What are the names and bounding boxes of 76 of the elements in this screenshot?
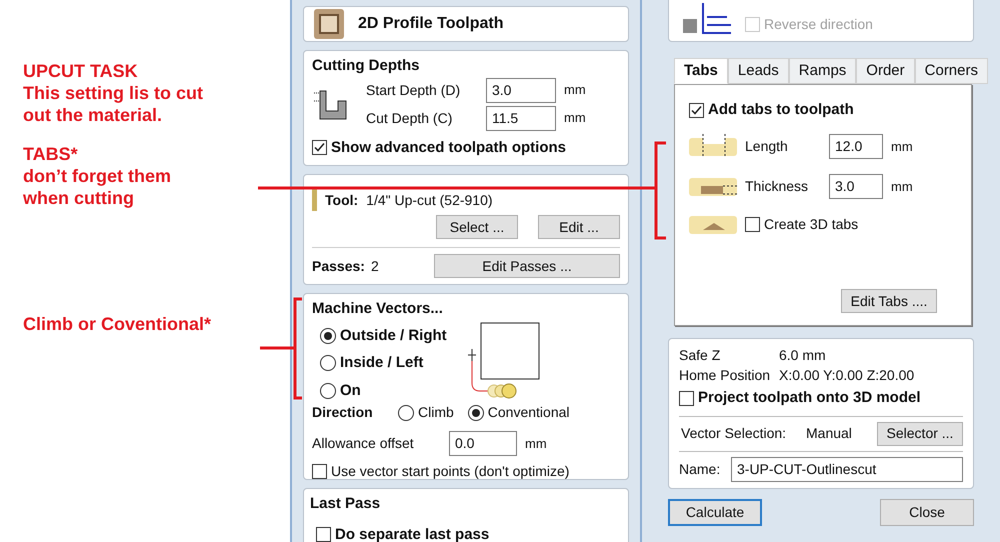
radio-label: Outside / Right bbox=[340, 326, 447, 346]
panel-title: 2D Profile Toolpath bbox=[358, 14, 504, 34]
lead-diagram-icon bbox=[683, 3, 731, 35]
field-label: Cut Depth (C) bbox=[366, 108, 454, 128]
input-field[interactable]: 0.0 bbox=[449, 431, 517, 456]
input-field[interactable]: 3.0 bbox=[829, 174, 883, 199]
section-title: Last Pass bbox=[310, 494, 382, 514]
unit-label: mm bbox=[564, 81, 586, 100]
radio-button[interactable] bbox=[320, 355, 336, 372]
checkbox-label: Reverse direction bbox=[764, 15, 873, 34]
button[interactable]: Close bbox=[880, 498, 974, 526]
input-field[interactable]: 11.5 bbox=[486, 106, 556, 130]
checkbox-label: Project toolpath onto 3D model bbox=[698, 388, 921, 408]
annotation-title: UPCUT TASK bbox=[23, 60, 139, 82]
field-label: Length bbox=[745, 137, 789, 156]
tool-name: 1/4" Up-cut (52-910) bbox=[366, 190, 493, 210]
passes-count: 2 bbox=[370, 256, 379, 276]
input-field[interactable]: 3.0 bbox=[486, 78, 556, 102]
field-label: Allowance offset bbox=[312, 434, 415, 453]
tool-label: Tool: bbox=[325, 190, 358, 210]
checkbox[interactable] bbox=[679, 390, 694, 406]
radio-label: Inside / Left bbox=[340, 353, 424, 373]
tab[interactable]: Order bbox=[856, 58, 915, 84]
button[interactable]: Edit ... bbox=[538, 215, 620, 239]
section-title: Cutting Depths bbox=[312, 56, 420, 76]
checkbox-label: Show advanced toolpath options bbox=[331, 138, 566, 158]
name-label: Name: bbox=[679, 460, 722, 478]
tab[interactable]: Corners bbox=[914, 58, 988, 84]
info-label: Home Position bbox=[679, 366, 772, 385]
annotation-title: TABS* bbox=[23, 143, 79, 165]
button[interactable]: Edit Tabs .... bbox=[841, 289, 937, 313]
section-title: Machine Vectors... bbox=[312, 299, 444, 319]
tab[interactable]: Leads bbox=[728, 58, 789, 84]
checkbox[interactable] bbox=[689, 102, 704, 118]
checkbox[interactable] bbox=[745, 217, 760, 232]
info-value: 6.0 mm bbox=[779, 346, 826, 365]
checkbox-label: Do separate last pass bbox=[335, 524, 490, 542]
button[interactable]: Edit Passes ... bbox=[434, 254, 620, 278]
radio-button[interactable] bbox=[320, 382, 336, 399]
annotation-title: Climb or Coventional* bbox=[23, 313, 212, 335]
radio-button[interactable] bbox=[398, 404, 414, 420]
direction-label: Direction bbox=[312, 403, 374, 422]
unit-label: mm bbox=[891, 138, 913, 156]
tab[interactable]: Ramps bbox=[788, 58, 856, 84]
checkbox-label: Use vector start points (don't optimize) bbox=[331, 462, 570, 481]
radio-label: Climb bbox=[418, 403, 454, 422]
unit-label: mm bbox=[564, 109, 586, 128]
button[interactable]: Calculate bbox=[668, 498, 762, 526]
button[interactable]: Select ... bbox=[436, 215, 518, 239]
checkbox-label: Create 3D tabs bbox=[764, 215, 858, 234]
field-label: Start Depth (D) bbox=[366, 80, 462, 100]
square-profile-icon bbox=[312, 7, 346, 41]
checkbox-label: Add tabs to toolpath bbox=[708, 100, 854, 120]
annotation-text: This setting lis to cut out the material. bbox=[23, 82, 204, 126]
unit-label: mm bbox=[891, 178, 913, 196]
vector-selection-value: Manual bbox=[806, 424, 852, 443]
radio-button[interactable] bbox=[320, 328, 336, 344]
vector-selection-label: Vector Selection: bbox=[680, 424, 788, 443]
annotation-text: don’t forget them when cutting bbox=[23, 165, 172, 209]
input-field[interactable]: 3-UP-CUT-Outlinescut bbox=[731, 456, 963, 482]
unit-label: mm bbox=[525, 434, 547, 453]
tab-3d-icon bbox=[689, 214, 739, 236]
router-bit-icon bbox=[312, 189, 317, 211]
checkbox[interactable] bbox=[316, 527, 331, 542]
passes-label: Passes: bbox=[312, 256, 365, 276]
radio-button[interactable] bbox=[468, 404, 484, 420]
radio-label: Conventional bbox=[488, 403, 570, 422]
info-value: X:0.00 Y:0.00 Z:20.00 bbox=[779, 366, 914, 385]
checkbox[interactable] bbox=[312, 464, 327, 479]
radio-label: On bbox=[340, 380, 361, 400]
tab[interactable]: Tabs bbox=[674, 58, 728, 84]
input-field[interactable]: 12.0 bbox=[829, 134, 883, 159]
field-label: Thickness bbox=[745, 177, 810, 196]
checkbox[interactable] bbox=[312, 140, 327, 156]
button[interactable]: Selector ... bbox=[877, 422, 963, 446]
info-label: Safe Z bbox=[679, 346, 722, 365]
